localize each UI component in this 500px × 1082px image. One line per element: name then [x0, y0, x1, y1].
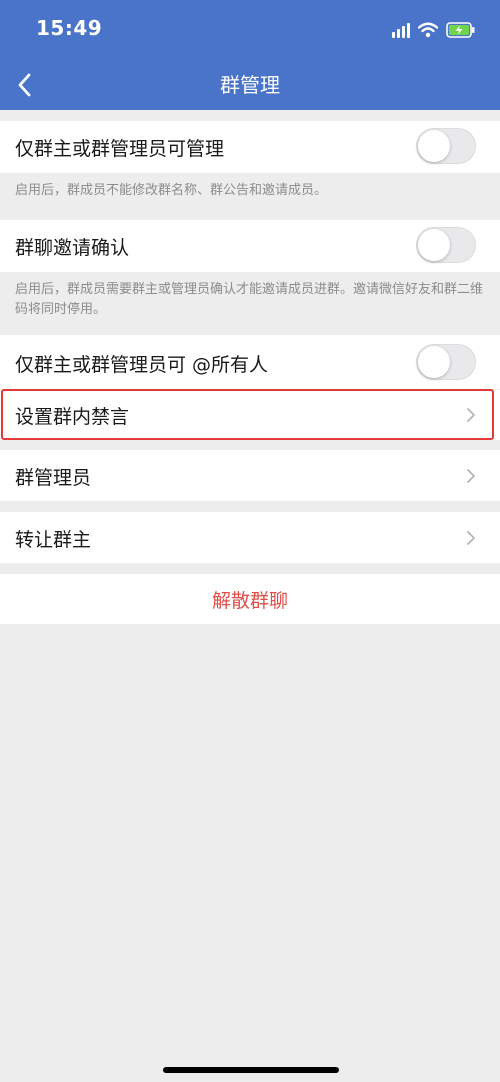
setting-label: 群管理员	[15, 467, 92, 489]
status-icons	[392, 18, 476, 42]
chevron-right-icon	[467, 408, 475, 422]
setting-row-transfer[interactable]: 转让群主	[0, 512, 500, 563]
setting-label: 群聊邀请确认	[15, 237, 130, 259]
signal-icon	[392, 22, 410, 38]
at-all-toggle[interactable]	[416, 344, 476, 380]
page-title: 群管理	[220, 73, 280, 97]
toggle-knob	[418, 229, 450, 261]
dissolve-group-button[interactable]: 解散群聊	[0, 574, 500, 624]
setting-label: 仅群主或群管理员可管理	[15, 138, 225, 160]
admin-only-manage-toggle[interactable]	[416, 128, 476, 164]
setting-row-mute[interactable]: 设置群内禁言	[0, 390, 500, 440]
chevron-right-icon	[467, 469, 475, 483]
setting-row-at-all: 仅群主或群管理员可 @所有人	[0, 335, 500, 389]
setting-row-admins[interactable]: 群管理员	[0, 450, 500, 501]
invite-confirm-description: 启用后，群成员需要群主或管理员确认才能邀请成员进群。邀请微信好友和群二维码将同时…	[15, 282, 484, 317]
setting-label: 设置群内禁言	[15, 406, 130, 428]
battery-charging-icon	[446, 22, 475, 38]
invite-confirm-toggle[interactable]	[416, 227, 476, 263]
toggle-knob	[418, 346, 450, 378]
chevron-right-icon	[467, 531, 475, 545]
dissolve-group-label: 解散群聊	[211, 590, 288, 612]
status-time: 15:49	[36, 16, 103, 40]
admin-only-manage-description: 启用后，群成员不能修改群名称、群公告和邀请成员。	[15, 183, 328, 198]
setting-label: 转让群主	[15, 529, 92, 551]
home-indicator[interactable]	[163, 1067, 339, 1073]
toggle-knob	[418, 130, 450, 162]
setting-label: 仅群主或群管理员可 @所有人	[15, 354, 269, 376]
wifi-icon	[418, 22, 438, 38]
setting-row-admin-only-manage: 仅群主或群管理员可管理	[0, 121, 500, 173]
setting-row-invite-confirm: 群聊邀请确认	[0, 220, 500, 272]
header-bar: 15:49 群管理	[0, 0, 500, 110]
